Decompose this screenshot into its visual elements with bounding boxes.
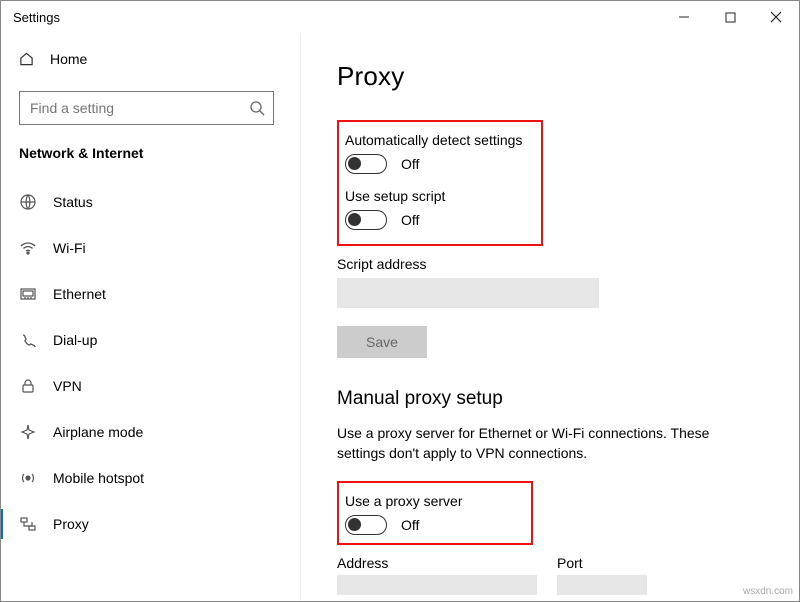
port-label: Port bbox=[557, 555, 647, 571]
manual-title: Manual proxy setup bbox=[337, 388, 763, 410]
sidebar-item-dialup[interactable]: Dial-up bbox=[1, 317, 292, 363]
home-label: Home bbox=[50, 51, 87, 67]
sidebar-item-label: Proxy bbox=[53, 516, 89, 532]
page-title: Proxy bbox=[337, 61, 763, 92]
manual-desc: Use a proxy server for Ethernet or Wi-Fi… bbox=[337, 424, 727, 463]
use-proxy-label: Use a proxy server bbox=[345, 493, 521, 509]
auto-detect-toggle[interactable] bbox=[345, 154, 387, 174]
sidebar-item-label: Ethernet bbox=[53, 286, 106, 302]
app-title: Settings bbox=[13, 10, 60, 25]
maximize-button[interactable] bbox=[707, 1, 753, 33]
highlight-box-proxy: Use a proxy server Off bbox=[337, 481, 533, 545]
auto-detect-state: Off bbox=[401, 156, 419, 172]
sidebar-item-hotspot[interactable]: Mobile hotspot bbox=[1, 455, 292, 501]
hotspot-icon bbox=[19, 469, 37, 487]
content-pane: Proxy Automatically detect settings Off … bbox=[301, 33, 799, 601]
script-address-input[interactable] bbox=[337, 278, 599, 308]
address-label: Address bbox=[337, 555, 537, 571]
use-script-toggle[interactable] bbox=[345, 210, 387, 230]
save-button[interactable]: Save bbox=[337, 326, 427, 358]
close-button[interactable] bbox=[753, 1, 799, 33]
sidebar-item-vpn[interactable]: VPN bbox=[1, 363, 292, 409]
sidebar-item-wifi[interactable]: Wi-Fi bbox=[1, 225, 292, 271]
sidebar-item-label: Dial-up bbox=[53, 332, 97, 348]
sidebar-item-ethernet[interactable]: Ethernet bbox=[1, 271, 292, 317]
watermark: wsxdn.com bbox=[743, 586, 793, 597]
home-nav[interactable]: Home bbox=[1, 39, 292, 79]
proxy-icon bbox=[19, 515, 37, 533]
window-buttons bbox=[661, 1, 799, 33]
search-input[interactable] bbox=[28, 99, 249, 117]
highlight-box-auto: Automatically detect settings Off Use se… bbox=[337, 120, 543, 246]
port-input[interactable] bbox=[557, 575, 647, 595]
search-box[interactable] bbox=[19, 91, 274, 125]
sidebar-item-label: Status bbox=[53, 194, 93, 210]
minimize-button[interactable] bbox=[661, 1, 707, 33]
airplane-icon bbox=[19, 423, 37, 441]
address-input[interactable] bbox=[337, 575, 537, 595]
ethernet-icon bbox=[19, 285, 37, 303]
sidebar-item-label: VPN bbox=[53, 378, 82, 394]
sidebar-item-proxy[interactable]: Proxy bbox=[1, 501, 292, 547]
sidebar-item-label: Wi-Fi bbox=[53, 240, 86, 256]
dialup-icon bbox=[19, 331, 37, 349]
home-icon bbox=[19, 52, 34, 67]
sidebar-header: Network & Internet bbox=[1, 141, 292, 179]
wifi-icon bbox=[19, 239, 37, 257]
auto-detect-label: Automatically detect settings bbox=[345, 132, 531, 148]
sidebar: Home Network & Internet Status Wi-Fi bbox=[1, 33, 301, 601]
use-proxy-state: Off bbox=[401, 517, 419, 533]
status-icon bbox=[19, 193, 37, 211]
search-icon bbox=[249, 100, 265, 116]
use-proxy-toggle[interactable] bbox=[345, 515, 387, 535]
settings-window: Settings Home N bbox=[0, 0, 800, 602]
use-script-state: Off bbox=[401, 212, 419, 228]
script-address-label: Script address bbox=[337, 256, 763, 272]
use-script-label: Use setup script bbox=[345, 188, 531, 204]
sidebar-item-label: Airplane mode bbox=[53, 424, 143, 440]
sidebar-item-status[interactable]: Status bbox=[1, 179, 292, 225]
vpn-icon bbox=[19, 377, 37, 395]
sidebar-item-airplane[interactable]: Airplane mode bbox=[1, 409, 292, 455]
sidebar-item-label: Mobile hotspot bbox=[53, 470, 144, 486]
